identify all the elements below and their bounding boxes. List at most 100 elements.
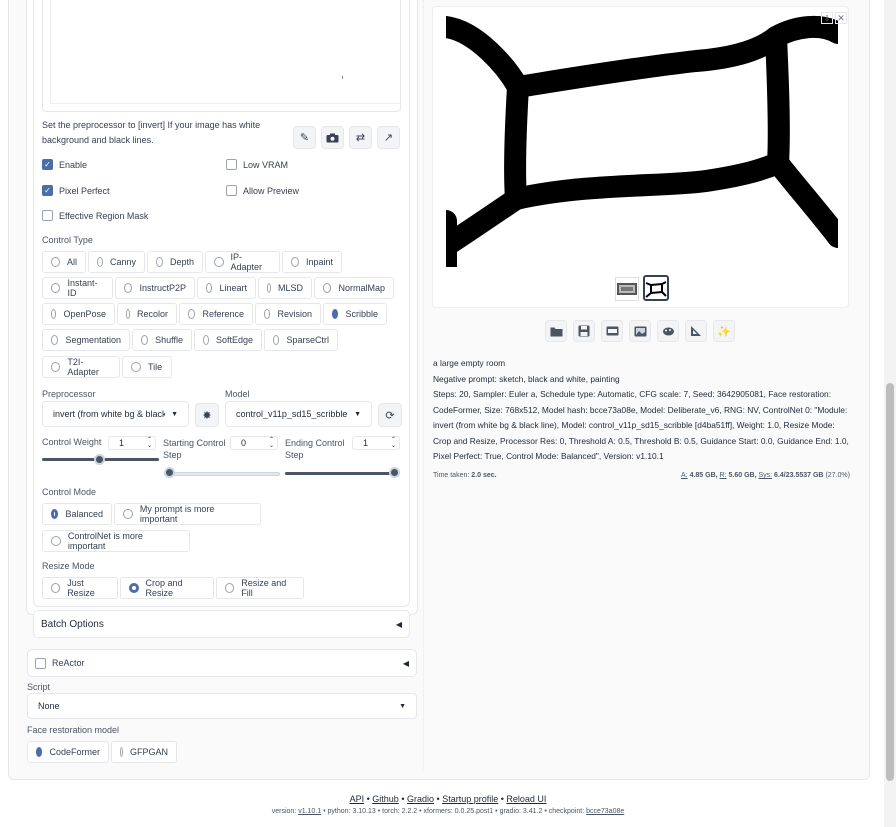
low-vram-checkbox[interactable]: Low VRAM [226,159,288,170]
thumbnail-result[interactable] [615,277,639,301]
radio-label: Shuffle [155,335,183,345]
radio-label: All [66,257,77,267]
control-mode-balanced[interactable]: Balanced [42,503,112,525]
control-type-lineart[interactable]: Lineart [197,277,256,299]
control-type-reference[interactable]: Reference [179,303,253,325]
swap-icon[interactable]: ⇄ [349,126,372,149]
control-type-revision[interactable]: Revision [255,303,321,325]
radio-dot [131,362,141,372]
scrollbar-thumb[interactable] [886,383,894,781]
control-type-normalmap[interactable]: NormalMap [314,277,394,299]
folder-icon[interactable] [545,320,567,342]
radio-label: Tile [148,362,163,372]
run-preprocessor-icon[interactable]: ✸ [195,403,219,427]
control-type-shuffle[interactable]: Shuffle [132,329,192,351]
radio-dot [120,747,123,757]
img2img-icon[interactable] [629,320,651,342]
starting-step-slider[interactable] [164,472,280,476]
refresh-icon[interactable]: ⟳ [378,403,402,427]
radio-label: SoftEdge [215,335,253,345]
radio-dot [291,257,299,267]
control-type-softedge[interactable]: SoftEdge [194,329,262,351]
batch-options-accordion[interactable]: Batch Options ◀ [33,610,410,638]
radio-label: Recolor [136,309,168,319]
model-dropdown[interactable]: control_v11p_sd15_scribble ▼ [225,401,372,427]
ending-step-slider[interactable] [285,472,399,475]
gradio-link[interactable]: Gradio [407,794,434,804]
batch-options-label: Batch Options [41,618,104,630]
resize-mode-resize-and-fill[interactable]: Resize and Fill [216,577,304,599]
control-type-tile[interactable]: Tile [122,356,172,378]
starting-step-thumb[interactable] [164,467,175,478]
ending-step-thumb[interactable] [389,467,400,478]
model-value: control_v11p_sd15_scribble [236,409,348,419]
script-label: Script [27,682,51,692]
preprocessor-dropdown[interactable]: invert (from white bg & black ▼ [42,401,189,427]
enable-checkbox[interactable]: ✓ Enable [42,159,87,170]
control-weight-thumb[interactable] [94,454,105,465]
allow-preview-checkbox[interactable]: Allow Preview [226,185,299,196]
reload-ui-link[interactable]: Reload UI [506,794,546,804]
api-link[interactable]: API [350,794,365,804]
startup-profile-link[interactable]: Startup profile [442,794,498,804]
control-mode-controlnet[interactable]: ControlNet is more important [42,530,190,552]
reactor-label: ReActor [52,658,85,668]
face-restoration-codeformer[interactable]: CodeFormer [27,741,109,763]
starting-step-input[interactable]: 0 ⌃ ⌄ [230,436,278,450]
control-type-instant-id[interactable]: Instant-ID [42,277,113,299]
control-type-depth[interactable]: Depth [147,251,203,273]
radio-dot-selected [36,747,43,757]
script-value: None [38,701,60,711]
download-icon[interactable]: ⇩ [821,12,833,24]
control-mode-prompt[interactable]: My prompt is more important [114,503,261,525]
output-image[interactable] [435,11,849,278]
sparkle-icon[interactable]: ✨ [713,320,735,342]
inpaint-icon[interactable] [657,320,679,342]
radio-label: MLSD [277,283,303,293]
torch-version: torch: 2.2.2 [382,808,418,815]
allow-preview-label: Allow Preview [243,185,300,196]
control-type-all[interactable]: All [42,251,86,273]
check-icon: ✓ [42,159,53,170]
camera-icon[interactable] [321,126,344,149]
radio-dot [264,309,271,319]
control-type-openpose[interactable]: OpenPose [42,303,115,325]
control-type-canny[interactable]: Canny [88,251,145,273]
control-type-instructp2p[interactable]: InstructP2P [115,277,195,299]
version-link[interactable]: v1.10.1 [298,808,321,815]
zip-icon[interactable] [601,320,623,342]
face-restoration-gfpgan[interactable]: GFPGAN [111,741,177,763]
control-type-t2i-adapter[interactable]: T2I-Adapter [42,356,120,378]
thumbnail-scribble[interactable] [643,275,669,301]
radio-label: Revision [277,309,312,319]
control-type-sparsectrl[interactable]: SparseCtrl [264,329,338,351]
version-label: version: [271,808,297,815]
control-type-ip-adapter[interactable]: IP-Adapter [205,251,280,273]
radio-label: My prompt is more important [139,504,215,524]
effective-region-mask-checkbox[interactable]: Effective Region Mask [42,210,148,221]
input-canvas[interactable] [50,0,400,104]
checkbox-box [226,185,237,196]
close-icon[interactable]: ✕ [835,12,847,24]
control-type-scribble[interactable]: Scribble [323,303,387,325]
checkpoint-link[interactable]: bcce73a08e [586,808,624,815]
pixel-perfect-checkbox[interactable]: ✓ Pixel Perfect [42,185,110,196]
chevron-down-icon: ▼ [171,410,178,418]
control-type-segmentation[interactable]: Segmentation [42,329,130,351]
save-icon[interactable] [573,320,595,342]
ending-step-input[interactable]: 1 ⌃ ⌄ [352,436,400,450]
reactor-accordion[interactable]: ReActor ◀ [27,649,417,677]
control-weight-input[interactable]: 1 ⌃ ⌄ [108,436,156,450]
resize-mode-crop-and-resize[interactable]: Crop and Resize [120,577,214,599]
control-type-inpaint[interactable]: Inpaint [282,251,342,273]
control-type-mlsd[interactable]: MLSD [258,277,312,299]
script-dropdown[interactable]: None ▼ [27,693,417,719]
extras-icon[interactable] [685,320,707,342]
reactor-checkbox[interactable]: ReActor [35,657,85,669]
send-icon[interactable]: ↗ [377,126,400,149]
resize-mode-just-resize[interactable]: Just Resize [42,577,118,599]
pencil-icon[interactable]: ✎ [293,126,316,149]
mem-r-value: 5.60 GB, [728,472,757,479]
github-link[interactable]: Github [372,794,399,804]
control-type-recolor[interactable]: Recolor [117,303,177,325]
